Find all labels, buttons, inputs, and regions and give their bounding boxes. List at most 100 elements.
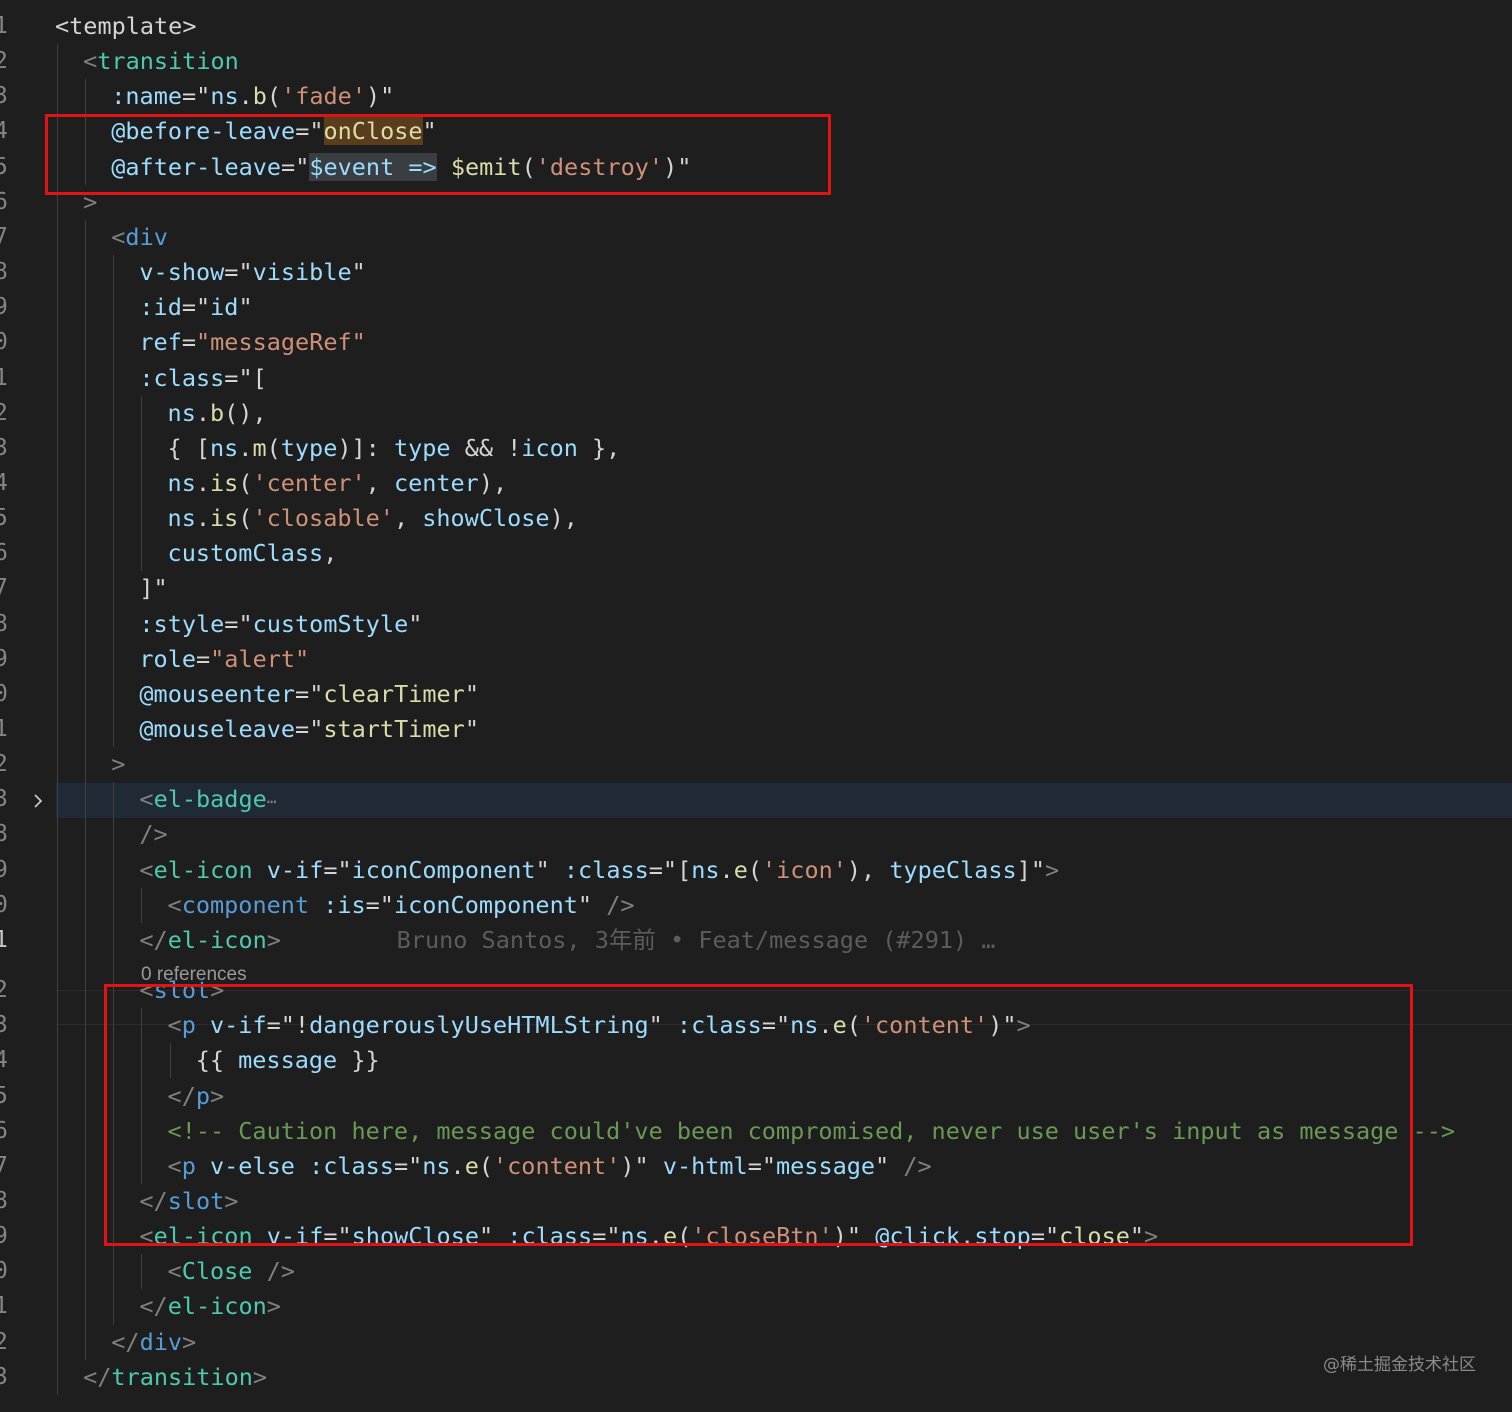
code-editor[interactable]: 123456789012345678901238901234567890123 … <box>0 0 1512 1412</box>
code-token: =" <box>761 1011 791 1040</box>
code-token: ="[ <box>224 363 267 392</box>
line-number: 3 <box>0 1012 8 1039</box>
code-token: , <box>393 504 423 533</box>
chevron-right-icon[interactable] <box>29 792 47 810</box>
code-line: <p v-if="!dangerouslyUseHTMLString" :cla… <box>168 1008 1031 1043</box>
line-number: 8 <box>0 1187 8 1214</box>
code-line: customClass, <box>168 536 338 571</box>
code-token: </ <box>139 1186 168 1215</box>
code-line: :style="customStyle" <box>139 607 422 642</box>
code-token: @after-leave <box>111 152 282 181</box>
code-token: customStyle <box>252 609 409 638</box>
code-token: is <box>210 504 239 533</box>
code-token: =" <box>224 609 253 638</box>
code-token: , <box>365 468 394 497</box>
code-line: > <box>111 747 125 782</box>
indent-guide <box>57 44 58 1395</box>
code-token: ), <box>846 855 890 884</box>
code-token: v-if <box>266 855 324 884</box>
code-token: ns <box>210 433 239 462</box>
code-token: 'icon' <box>762 855 847 884</box>
code-token: el-icon <box>153 855 253 884</box>
code-line: ns.b(), <box>168 396 267 431</box>
code-token: startTimer <box>323 715 465 743</box>
code-token: @mouseleave <box>139 715 296 743</box>
code-token: ( <box>677 1222 692 1251</box>
code-token: 'content' <box>493 1151 621 1180</box>
code-token: )" <box>620 1151 663 1180</box>
line-number: 8 <box>0 821 8 848</box>
folded-ellipsis[interactable]: ⋯ <box>267 792 277 811</box>
code-token: . <box>719 855 734 884</box>
code-token: :class <box>507 1222 593 1251</box>
code-token: && ! <box>450 433 522 462</box>
code-line: > <box>83 185 97 220</box>
indent-guide <box>141 887 143 923</box>
code-token: clearTimer <box>323 679 465 708</box>
code-token: =" <box>224 258 253 287</box>
code-token: e <box>832 1011 847 1040</box>
line-number: 1 <box>0 716 8 742</box>
code-line: :id="id" <box>139 290 252 325</box>
code-token: 'fade' <box>281 82 366 111</box>
code-token: . <box>238 82 253 111</box>
code-token: 'content' <box>860 1011 989 1040</box>
line-number: 1 <box>0 926 8 953</box>
code-token: = <box>196 644 211 673</box>
code-token: :class <box>309 1151 394 1180</box>
code-token: </ <box>139 925 168 954</box>
code-token: =" <box>323 1222 352 1251</box>
code-line: ]" <box>139 571 167 606</box>
code-token: p <box>181 1151 196 1180</box>
code-token: type <box>393 433 451 462</box>
code-token: e <box>733 855 748 884</box>
code-token: < <box>139 785 154 814</box>
code-token: > <box>1016 1011 1031 1040</box>
code-token: )]: <box>337 433 394 462</box>
line-number: 7 <box>0 223 8 250</box>
code-token: customClass <box>167 539 324 568</box>
code-token: . <box>195 398 210 427</box>
code-line: <el-icon v-if="iconComponent" :class="[n… <box>139 853 1059 888</box>
code-token: =" <box>365 890 394 919</box>
code-token: =" <box>295 679 324 708</box>
code-token: :class <box>676 1011 762 1040</box>
code-line: </p> <box>168 1079 225 1114</box>
code-lens-references[interactable]: 0 references <box>141 962 247 988</box>
line-number: 2 <box>0 399 8 426</box>
code-token: b <box>252 82 267 111</box>
code-token: ( <box>238 468 253 497</box>
line-number: 4 <box>0 1047 8 1074</box>
code-token: ns <box>790 1011 819 1040</box>
code-line: @before-leave="onClose" <box>111 114 437 149</box>
code-token: " <box>464 679 479 708</box>
code-line: ns.is('center', center), <box>168 466 508 501</box>
code-token: < <box>83 47 98 76</box>
code-token: < <box>167 890 182 919</box>
code-line: </slot> <box>139 1184 238 1219</box>
indent-guide <box>141 1254 143 1290</box>
code-token: </ <box>111 1327 140 1356</box>
code-token: ="! <box>266 1011 310 1040</box>
code-token: @mouseenter <box>139 679 296 708</box>
line-number: 1 <box>0 364 8 391</box>
code-token: }, <box>577 433 621 462</box>
code-token: p <box>195 1081 210 1110</box>
code-token: ), <box>478 468 508 497</box>
indent-guide <box>141 1008 143 1184</box>
line-number: 0 <box>0 891 8 918</box>
code-token: el-icon <box>153 1222 253 1251</box>
code-token: iconComponent <box>393 890 578 919</box>
code-token: component <box>181 890 310 919</box>
code-token: ns <box>210 82 239 111</box>
indent-guide <box>113 255 115 748</box>
line-number: 1 <box>0 1293 8 1320</box>
code-line: ns.is('closable', showClose), <box>168 501 578 536</box>
code-token: :id <box>139 293 182 322</box>
indent-guide <box>85 79 87 185</box>
line-number: 1 <box>0 13 8 39</box>
